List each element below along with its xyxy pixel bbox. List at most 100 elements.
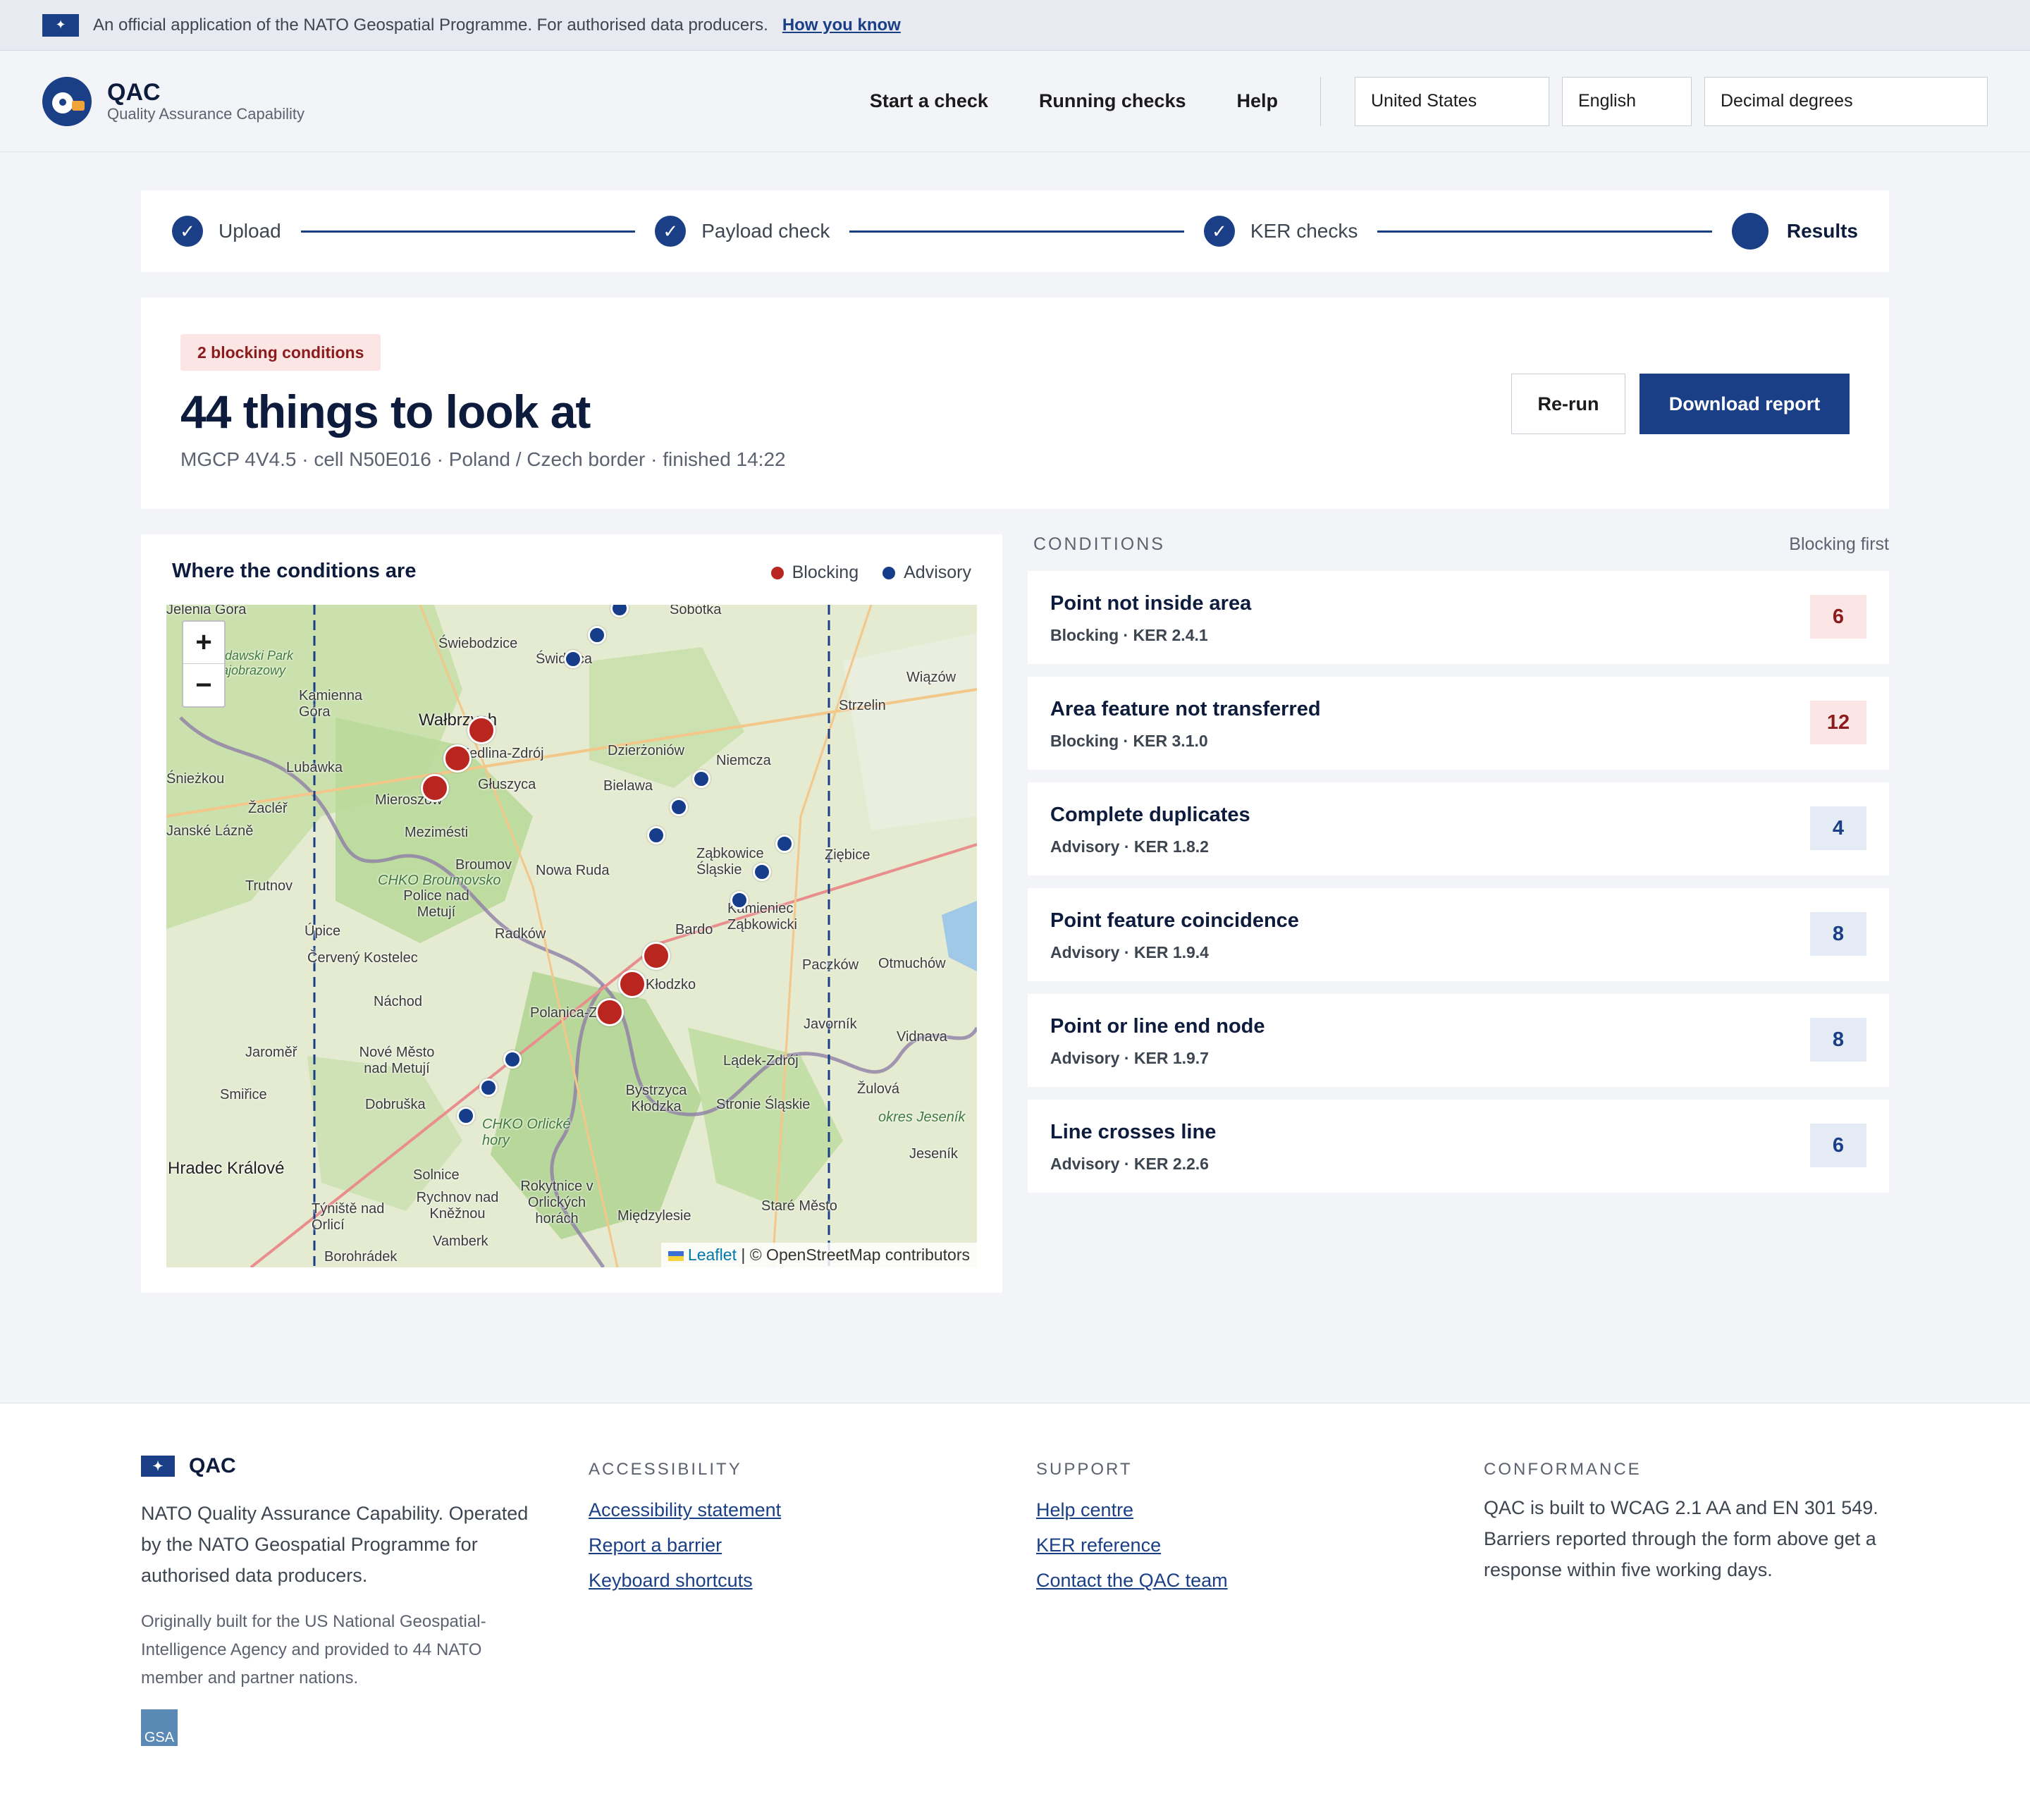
leaflet-link[interactable]: Leaflet: [688, 1246, 737, 1264]
blocking-marker[interactable]: [443, 744, 472, 773]
step-payload-check[interactable]: ✓ Payload check: [655, 216, 830, 247]
condition-subtitle: Blocking · KER 2.4.1: [1050, 626, 1208, 644]
map-place-label: Kłodzko: [646, 977, 696, 992]
blocking-badge: 2 blocking conditions: [180, 334, 381, 371]
results-summary: 2 blocking conditions 44 things to look …: [141, 297, 1889, 509]
step-ker-checks[interactable]: ✓ KER checks: [1203, 216, 1358, 247]
accessibility-statement-link[interactable]: Accessibility statement: [589, 1492, 983, 1527]
zoom-out-button[interactable]: −: [183, 664, 224, 706]
site-footer: ✦ QAC NATO Quality Assurance Capability.…: [0, 1403, 2030, 1820]
blocking-marker[interactable]: [618, 970, 646, 998]
advisory-marker[interactable]: [730, 891, 749, 909]
map-place-label: Týniště nad Orlicí: [312, 1201, 385, 1233]
footer-heading: ACCESSIBILITY: [589, 1460, 742, 1479]
advisory-marker[interactable]: [692, 770, 710, 788]
brand[interactable]: QAC Quality Assurance Capability: [107, 80, 304, 123]
legend-blocking: Blocking: [792, 562, 859, 582]
advisory-marker[interactable]: [564, 650, 582, 668]
advisory-marker[interactable]: [503, 1050, 522, 1069]
qac-logo-icon[interactable]: [42, 76, 92, 126]
map-title: Where the conditions are: [172, 560, 417, 582]
step-upload[interactable]: ✓ Upload: [172, 216, 281, 247]
advisory-marker[interactable]: [647, 826, 665, 844]
condition-item[interactable]: Point not inside area Blocking · KER 2.4…: [1028, 571, 1889, 664]
map-place-label: Broumov: [455, 857, 512, 873]
condition-item[interactable]: Complete duplicates Advisory · KER 1.8.2…: [1028, 782, 1889, 875]
map-place-label: Solnice: [413, 1167, 460, 1183]
map-place-label: Mezimésti: [405, 825, 469, 840]
map-place-label: Jedlina-Zdrój: [462, 746, 544, 761]
help-centre-link[interactable]: Help centre: [1036, 1492, 1431, 1527]
map-place-label: Świebodzice: [438, 636, 518, 651]
map-place-label: Janské Lázně: [166, 823, 254, 839]
map-place-label: Žacléř: [248, 801, 288, 816]
map-place-label: Międzylesie: [617, 1208, 691, 1224]
advisory-marker[interactable]: [670, 798, 688, 816]
map-attribution: Leaflet | © OpenStreetMap contributors: [660, 1243, 977, 1267]
country-select[interactable]: United States: [1355, 76, 1549, 126]
sort-control[interactable]: Blocking first: [1789, 534, 1889, 555]
advisory-marker[interactable]: [457, 1107, 475, 1125]
zoom-control: + −: [182, 620, 226, 708]
nav-running-checks[interactable]: Running checks: [1039, 90, 1186, 112]
blocking-legend-icon: [770, 566, 784, 579]
map-place-label: Rokytnice v Orlických horách: [520, 1179, 593, 1226]
report-barrier-link[interactable]: Report a barrier: [589, 1527, 983, 1563]
map-place-label: Lubawka: [286, 760, 343, 775]
download-report-button[interactable]: Download report: [1640, 374, 1850, 434]
advisory-marker[interactable]: [775, 835, 794, 853]
coordinate-format-select[interactable]: Decimal degrees: [1704, 76, 1988, 126]
map-place-label: Głuszyca: [478, 777, 536, 792]
condition-item[interactable]: Area feature not transferred Blocking · …: [1028, 677, 1889, 770]
blocking-marker[interactable]: [467, 716, 496, 744]
map-place-label: Otmuchów: [878, 956, 946, 971]
advisory-marker[interactable]: [479, 1078, 498, 1097]
condition-subtitle: Advisory · KER 2.2.6: [1050, 1155, 1209, 1173]
how-you-know-link[interactable]: How you know: [782, 16, 901, 35]
map-place-label: Kamienna Góra: [299, 688, 363, 720]
map-place-label: CHKO Orlické hory: [482, 1117, 571, 1148]
map-place-label: Stronie Śląskie: [716, 1097, 811, 1112]
blocking-marker[interactable]: [596, 998, 624, 1026]
blocking-marker[interactable]: [642, 942, 670, 970]
language-select[interactable]: English: [1562, 76, 1692, 126]
map-place-label: Dobruška: [365, 1097, 426, 1112]
osm-attribution: | © OpenStreetMap contributors: [741, 1246, 970, 1264]
map-card: Where the conditions are Blocking Adviso…: [141, 534, 1002, 1293]
rerun-button[interactable]: Re-run: [1511, 374, 1625, 434]
check-icon: ✓: [172, 216, 203, 247]
site-header: QAC Quality Assurance Capability Start a…: [0, 51, 2030, 152]
conditions-map[interactable]: + − Jelenia Góra Świebodzice Sobótka Świ…: [166, 605, 977, 1267]
map-place-label: Nové Město nad Metují: [359, 1045, 435, 1076]
condition-item[interactable]: Line crosses line Advisory · KER 2.2.6 6: [1028, 1100, 1889, 1193]
nav-start-check[interactable]: Start a check: [870, 90, 988, 112]
map-place-label: Bardo: [675, 922, 713, 937]
map-place-label: Police nad Metují: [403, 888, 469, 920]
map-place-label: Nowa Ruda: [536, 863, 610, 878]
advisory-marker[interactable]: [753, 863, 771, 881]
footer-conformance: CONFORMANCE QAC is built to WCAG 2.1 AA …: [1484, 1454, 1878, 1585]
zoom-in-button[interactable]: +: [183, 622, 224, 664]
map-place-label: okres Jeseník: [878, 1109, 966, 1125]
map-place-label: Úpice: [304, 923, 341, 939]
page-title: 44 things to look at: [180, 386, 591, 438]
condition-subtitle: Advisory · KER 1.8.2: [1050, 837, 1209, 856]
condition-item[interactable]: Point or line end node Advisory · KER 1.…: [1028, 994, 1889, 1087]
map-place-label: Náchod: [374, 994, 422, 1009]
map-place-label: Javorník: [804, 1016, 857, 1032]
condition-subtitle: Advisory · KER 1.9.7: [1050, 1049, 1209, 1067]
blocking-marker[interactable]: [421, 774, 449, 802]
keyboard-shortcuts-link[interactable]: Keyboard shortcuts: [589, 1563, 983, 1598]
map-place-label: Strzelin: [839, 698, 886, 713]
step-label: Upload: [219, 220, 281, 242]
footer-heading: CONFORMANCE: [1484, 1460, 1642, 1479]
condition-item[interactable]: Point feature coincidence Advisory · KER…: [1028, 888, 1889, 981]
map-place-label: Radków: [495, 926, 546, 942]
ker-reference-link[interactable]: KER reference: [1036, 1527, 1431, 1563]
step-label: Payload check: [701, 220, 830, 242]
contact-team-link[interactable]: Contact the QAC team: [1036, 1563, 1431, 1598]
map-place-label: Sobótka: [670, 605, 722, 617]
map-place-label: Wiązów: [906, 670, 956, 685]
nav-help[interactable]: Help: [1236, 90, 1278, 112]
advisory-marker[interactable]: [588, 626, 606, 644]
